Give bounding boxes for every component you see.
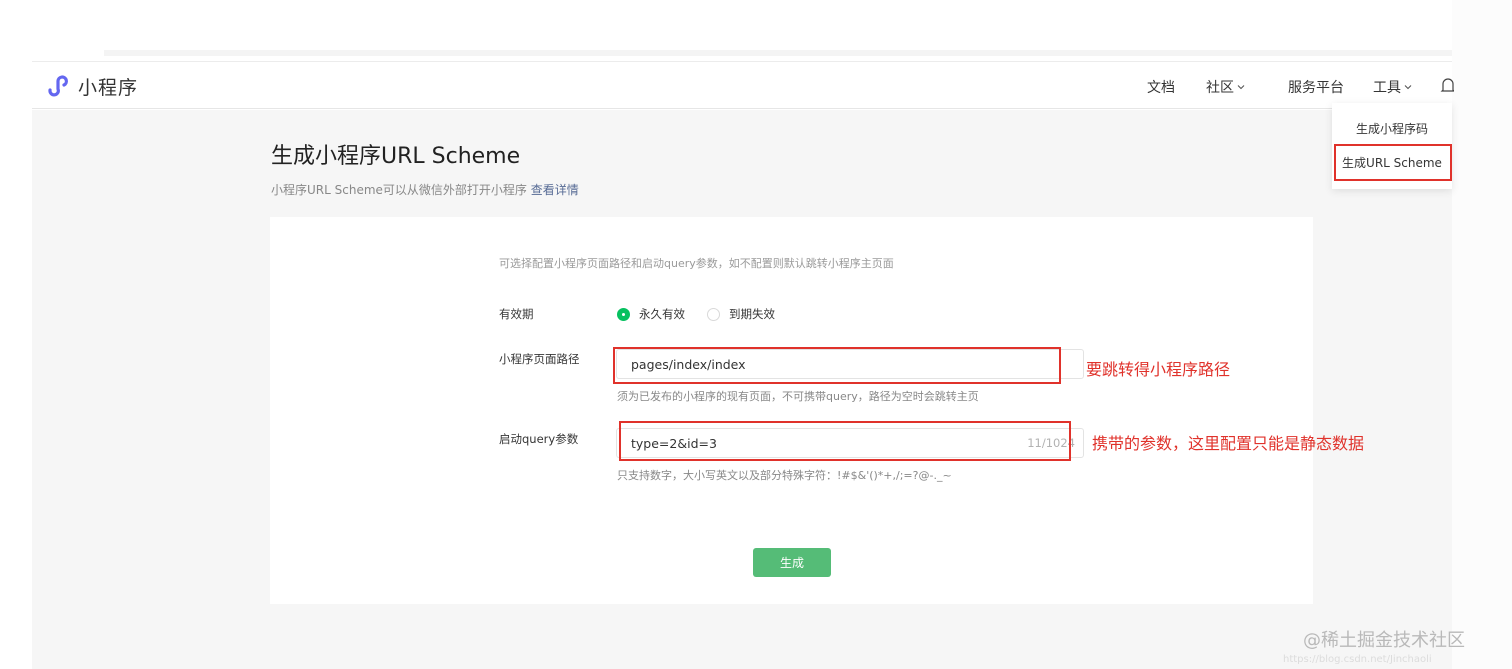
brand-name[interactable]: 小程序 — [78, 73, 138, 100]
page-path-label: 小程序页面路径 — [499, 352, 580, 366]
nav-item-community[interactable]: 社区 — [1206, 77, 1246, 97]
details-link[interactable]: 查看详情 — [531, 183, 579, 197]
page-path-value: pages/index/index — [631, 356, 746, 372]
query-value: type=2&id=3 — [631, 435, 717, 451]
tools-dropdown-menu: 生成小程序码 生成URL Scheme — [1332, 103, 1452, 189]
path-annotation: 要跳转得小程序路径 — [1086, 360, 1231, 379]
query-annotation: 携带的参数，这里配置只能是静态数据 — [1092, 434, 1365, 453]
page-title: 生成小程序URL Scheme — [271, 144, 521, 169]
query-label: 启动query参数 — [499, 432, 579, 446]
radio-unchecked-icon — [707, 307, 720, 321]
dropdown-item-generate-url-scheme[interactable]: 生成URL Scheme — [1332, 154, 1452, 171]
url-watermark: https://blog.csdn.net/Jinchaoli — [1283, 654, 1432, 665]
page-path-tip: 须为已发布的小程序的现有页面，不可携带query，路径为空时会跳转主页 — [617, 390, 979, 403]
watermark: @稀土掘金技术社区 — [1303, 630, 1465, 651]
nav-item-tools[interactable]: 工具 — [1373, 77, 1413, 97]
chevron-down-icon — [1404, 85, 1412, 90]
browser-top-strip — [104, 50, 1454, 56]
form-card — [270, 217, 1313, 604]
nav-item-docs[interactable]: 文档 — [1147, 77, 1175, 97]
miniprogram-logo-icon[interactable] — [44, 72, 70, 98]
nav-item-community-label: 社区 — [1206, 80, 1234, 96]
query-input[interactable]: type=2&id=3 11/1024 — [616, 428, 1084, 458]
radio-permanent-label: 永久有效 — [639, 307, 685, 321]
top-navbar: 小程序 文档 社区 服务平台 工具 — [32, 61, 1454, 109]
page-right-margin — [1452, 0, 1512, 669]
page-description: 小程序URL Scheme可以从微信外部打开小程序 查看详情 — [271, 181, 579, 198]
form-hint: 可选择配置小程序页面路径和启动query参数，如不配置则默认跳转小程序主页面 — [499, 257, 894, 270]
chevron-down-icon — [1237, 85, 1245, 90]
radio-permanent[interactable]: 永久有效 — [617, 306, 685, 322]
radio-checked-icon — [617, 307, 630, 321]
nav-item-service-platform-label: 服务平台 — [1288, 80, 1344, 96]
radio-expire-label: 到期失效 — [729, 307, 775, 321]
bell-icon[interactable] — [1440, 76, 1454, 96]
nav-item-tools-label: 工具 — [1373, 80, 1401, 96]
page-path-input[interactable]: pages/index/index — [616, 349, 1084, 379]
nav-item-service-platform[interactable]: 服务平台 — [1288, 77, 1344, 97]
nav-item-docs-label: 文档 — [1147, 80, 1175, 96]
dropdown-item-generate-qrcode[interactable]: 生成小程序码 — [1332, 120, 1452, 137]
validity-label: 有效期 — [499, 307, 534, 321]
page-description-text: 小程序URL Scheme可以从微信外部打开小程序 — [271, 183, 527, 197]
radio-expire[interactable]: 到期失效 — [707, 306, 775, 322]
query-tip: 只支持数字，大小写英文以及部分特殊字符：!#$&'()*+,/;=?@-._~ — [617, 469, 952, 482]
generate-button[interactable]: 生成 — [753, 548, 831, 577]
query-char-counter: 11/1024 — [1027, 436, 1075, 450]
